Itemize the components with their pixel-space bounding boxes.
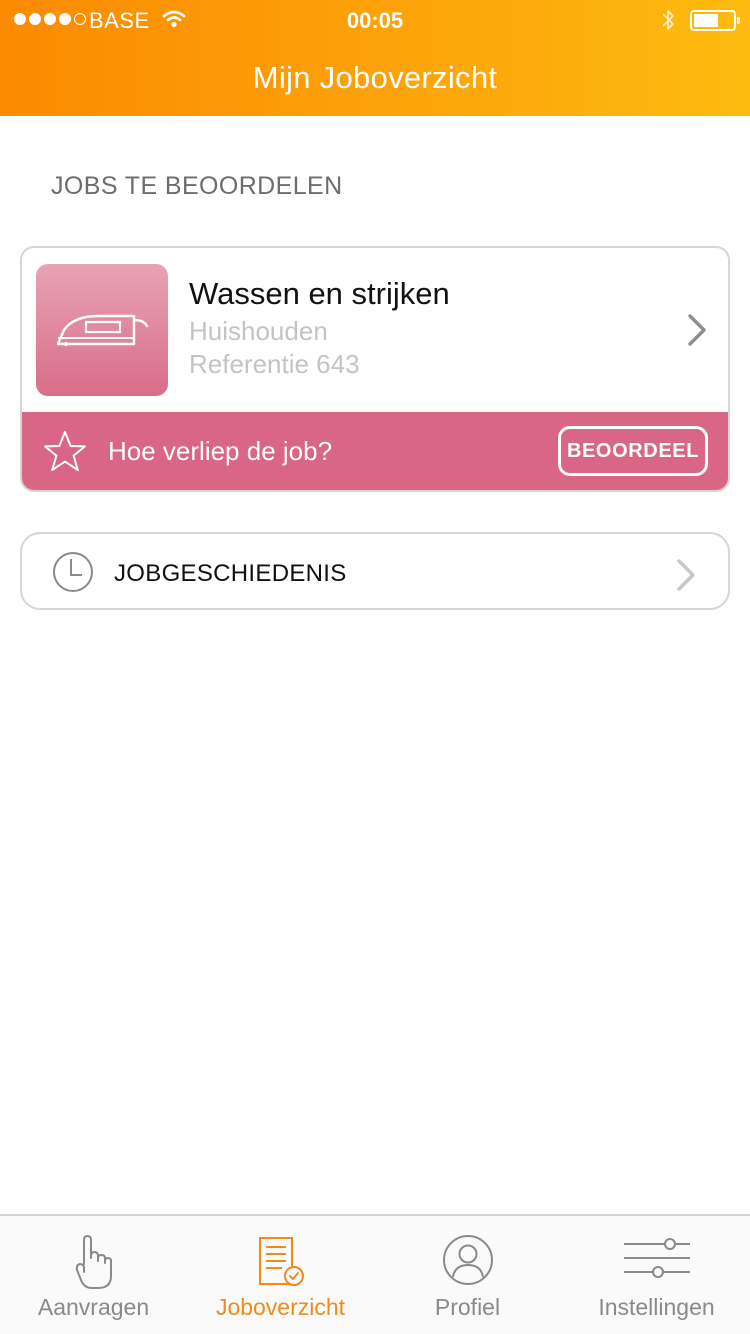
page-title: Mijn Joboverzicht bbox=[252, 60, 498, 95]
job-category: Huishouden bbox=[189, 316, 328, 346]
status-time: 00:05 bbox=[346, 8, 404, 33]
job-title: Wassen en strijken bbox=[189, 276, 450, 311]
sliders-icon bbox=[623, 1238, 690, 1278]
tab-bar: Aanvragen Joboverzicht Profiel Instellin… bbox=[0, 1214, 750, 1334]
chevron-right-icon bbox=[688, 314, 706, 346]
tab-joboverzicht[interactable]: Joboverzicht bbox=[187, 1216, 374, 1334]
tab-label: Joboverzicht bbox=[215, 1294, 346, 1320]
chevron-right-icon bbox=[677, 559, 695, 591]
job-card[interactable]: Wassen en strijken Huishouden Referentie… bbox=[20, 246, 730, 492]
rate-button[interactable]: BEOORDEEL bbox=[558, 426, 708, 476]
hand-pointer-icon bbox=[75, 1235, 112, 1289]
star-icon bbox=[44, 431, 86, 471]
document-check-icon bbox=[258, 1237, 304, 1286]
tab-profiel[interactable]: Profiel bbox=[374, 1216, 561, 1334]
tab-label: Aanvragen bbox=[37, 1294, 150, 1320]
job-thumbnail bbox=[36, 264, 168, 396]
rating-prompt: Hoe verliep de job? bbox=[108, 436, 333, 466]
job-history-row[interactable]: JOBGESCHIEDENIS bbox=[20, 532, 730, 610]
rating-bar: Hoe verliep de job? BEOORDEEL bbox=[22, 412, 728, 490]
tab-label: Profiel bbox=[434, 1294, 501, 1320]
bluetooth-icon bbox=[662, 10, 674, 30]
clock-icon bbox=[53, 552, 93, 592]
tab-label: Instellingen bbox=[598, 1294, 715, 1320]
iron-icon bbox=[56, 314, 149, 346]
user-icon bbox=[442, 1235, 493, 1285]
job-history-label: JOBGESCHIEDENIS bbox=[114, 560, 347, 587]
status-bar: BASE 00:05 bbox=[0, 0, 750, 40]
job-reference: Referentie 643 bbox=[189, 349, 360, 379]
section-heading: JOBS TE BEOORDELEN bbox=[51, 172, 343, 200]
tab-aanvragen[interactable]: Aanvragen bbox=[0, 1216, 187, 1334]
header: BASE 00:05 Mijn Joboverzicht bbox=[0, 0, 750, 116]
battery-icon bbox=[690, 10, 740, 31]
tab-instellingen[interactable]: Instellingen bbox=[563, 1216, 750, 1334]
